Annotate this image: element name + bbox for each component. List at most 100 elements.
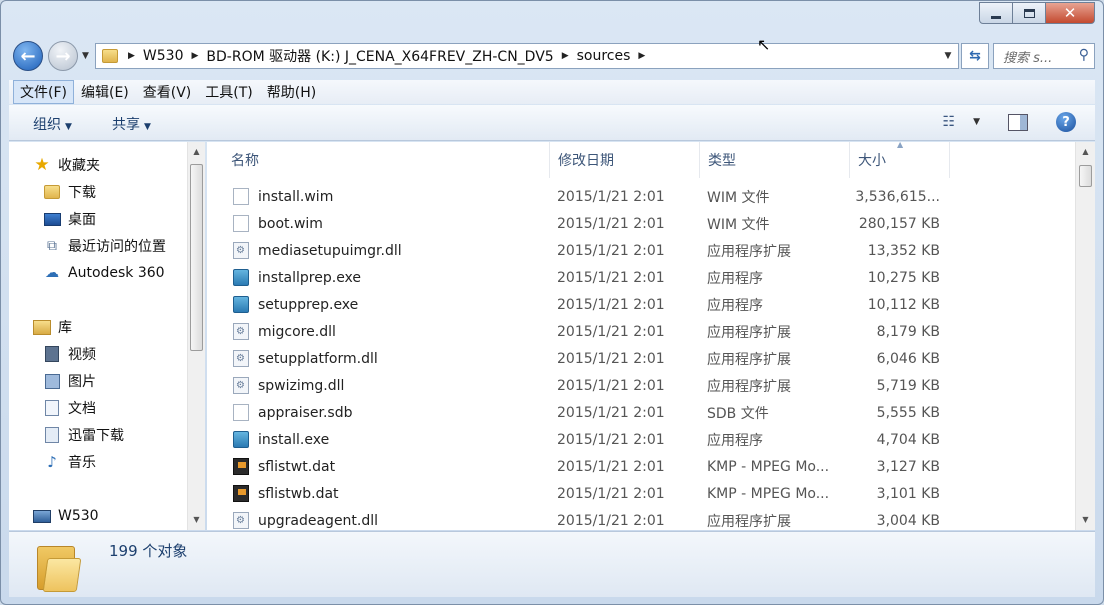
- address-bar[interactable]: ▶ W530 ▶ BD-ROM 驱动器 (K:) J_CENA_X64FREV_…: [95, 43, 959, 69]
- forward-button[interactable]: →: [48, 41, 78, 71]
- table-row[interactable]: sflistwt.dat 2015/1/21 2:01 KMP - MPEG Mo.…: [207, 453, 1075, 480]
- menu-view[interactable]: 查看(V): [136, 80, 199, 104]
- maximize-button[interactable]: [1012, 2, 1046, 24]
- chevron-right-icon[interactable]: ▶: [192, 51, 199, 61]
- scroll-up-arrow-icon[interactable]: ▲: [188, 143, 205, 160]
- sidebar-item-autodesk[interactable]: ☁ Autodesk 360: [43, 262, 165, 284]
- file-name: install.wim: [233, 183, 543, 210]
- table-row[interactable]: installprep.exe 2015/1/21 2:01 应用程序 10,275 …: [207, 264, 1075, 291]
- breadcrumb-folder[interactable]: sources: [577, 48, 631, 64]
- table-row[interactable]: upgradeagent.dll2015/1/21 2:01应用程序扩展3,00…: [207, 507, 1075, 530]
- menu-edit[interactable]: 编辑(E): [74, 80, 136, 104]
- sidebar-item-pictures[interactable]: 图片: [43, 370, 96, 392]
- refresh-icon: ⇆: [969, 48, 981, 64]
- scroll-up-arrow-icon[interactable]: ▲: [1077, 143, 1094, 160]
- refresh-button[interactable]: ⇆: [961, 43, 989, 69]
- file-size: 10,275 KB: [867, 269, 940, 286]
- search-input[interactable]: 搜索 s... ⚲: [993, 43, 1095, 69]
- file-name: install.exe: [233, 426, 543, 453]
- item-count: 199 个对象: [109, 542, 188, 560]
- chevron-right-icon[interactable]: ▶: [562, 51, 569, 61]
- address-history-dropdown[interactable]: ▼: [938, 44, 958, 68]
- sidebar-item-label: 视频: [68, 347, 96, 363]
- scroll-down-arrow-icon[interactable]: ▼: [1077, 511, 1094, 528]
- sidebar-item-label: 下载: [68, 185, 96, 201]
- search-icon[interactable]: ⚲: [1079, 47, 1089, 63]
- command-bar: 组织 ▼ 共享 ▼ ☷ ▼ ?: [9, 105, 1095, 141]
- file-name: setupplatform.dll: [233, 345, 543, 372]
- table-row[interactable]: boot.wim 2015/1/21 2:01 WIM 文件 280,157 KB: [207, 210, 1075, 237]
- file-list-scrollbar[interactable]: ▲ ▼: [1075, 142, 1095, 530]
- sidebar-item-computer[interactable]: W530: [33, 505, 99, 527]
- chevron-right-icon[interactable]: ▶: [128, 51, 135, 61]
- preview-pane-button[interactable]: [1008, 114, 1028, 131]
- sidebar-item-label: W530: [58, 508, 99, 524]
- file-date: 2015/1/21 2:01: [557, 215, 665, 232]
- close-button[interactable]: ✕: [1045, 2, 1095, 24]
- sidebar-item-label: 文档: [68, 401, 96, 417]
- library-icon: [33, 319, 51, 335]
- sidebar-item-label: 迅雷下载: [68, 428, 124, 444]
- sidebar-item-documents[interactable]: 文档: [43, 397, 96, 419]
- table-row[interactable]: setupprep.exe 2015/1/21 2:01 应用程序 10,112 KB: [207, 291, 1075, 318]
- table-row[interactable]: setupplatform.dll2015/1/21 2:01应用程序扩展6,0…: [207, 345, 1075, 372]
- video-icon: [45, 346, 59, 362]
- sidebar-item-label: 最近访问的位置: [68, 239, 166, 255]
- organize-button[interactable]: 组织 ▼: [33, 114, 72, 134]
- table-row[interactable]: migcore.dll2015/1/21 2:01应用程序扩展8,179 KB: [207, 318, 1075, 345]
- table-row[interactable]: mediasetupuimgr.dll2015/1/21 2:01应用程序扩展1…: [207, 237, 1075, 264]
- file-name-text: sflistwt.dat: [258, 458, 336, 475]
- file-name-text: install.wim: [258, 188, 334, 205]
- table-row[interactable]: install.wim 2015/1/21 2:01 WIM 文件 3,536,615…: [207, 183, 1075, 210]
- table-row[interactable]: spwizimg.dll2015/1/21 2:01应用程序扩展5,719 KB: [207, 372, 1075, 399]
- column-header-type[interactable]: 类型: [700, 142, 850, 178]
- column-header-date[interactable]: 修改日期: [550, 142, 700, 178]
- scroll-thumb[interactable]: [1079, 165, 1092, 187]
- menu-help[interactable]: 帮助(H): [260, 80, 323, 104]
- file-name: sflistwt.dat: [233, 453, 543, 480]
- sidebar-item-label: 库: [58, 320, 72, 336]
- navigation-pane: ★ 收藏夹 下载 桌面 ⧉ 最近访问的位置 ☁ Autodesk 360 库 视…: [9, 142, 187, 530]
- sidebar-item-recent[interactable]: ⧉ 最近访问的位置: [43, 235, 166, 257]
- file-name: installprep.exe: [233, 264, 543, 291]
- breadcrumb-drive[interactable]: BD-ROM 驱动器 (K:) J_CENA_X64FREV_ZH-CN_DV5: [206, 46, 553, 66]
- help-button[interactable]: ?: [1056, 112, 1076, 132]
- file-size: 3,536,615...: [855, 188, 940, 205]
- minimize-button[interactable]: [979, 2, 1013, 24]
- back-button[interactable]: ←: [13, 41, 43, 71]
- menu-bar: 文件(F) 编辑(E) 查看(V) 工具(T) 帮助(H): [9, 80, 1095, 104]
- file-name: setupprep.exe: [233, 291, 543, 318]
- table-row[interactable]: appraiser.sdb 2015/1/21 2:01 SDB 文件 5,555 K…: [207, 399, 1075, 426]
- recent-pages-dropdown[interactable]: ▼: [82, 51, 89, 61]
- menu-tools[interactable]: 工具(T): [198, 80, 259, 104]
- sidebar-item-libraries[interactable]: 库: [33, 316, 72, 338]
- share-button[interactable]: 共享 ▼: [112, 114, 151, 134]
- scroll-thumb[interactable]: [190, 164, 203, 351]
- file-date: 2015/1/21 2:01: [557, 296, 665, 313]
- menu-file[interactable]: 文件(F): [13, 80, 74, 104]
- chevron-right-icon[interactable]: ▶: [638, 51, 645, 61]
- view-options-dropdown[interactable]: ▼: [973, 117, 980, 127]
- sidebar-item-downloads[interactable]: 下载: [43, 181, 96, 203]
- file-date: 2015/1/21 2:01: [557, 512, 665, 529]
- arrow-right-icon: →: [55, 45, 71, 67]
- navigation-scrollbar[interactable]: ▲ ▼: [187, 142, 205, 530]
- table-row[interactable]: install.exe 2015/1/21 2:01 应用程序 4,704 KB: [207, 426, 1075, 453]
- table-row[interactable]: sflistwb.dat 2015/1/21 2:01 KMP - MPEG Mo.…: [207, 480, 1075, 507]
- recent-places-icon: ⧉: [47, 238, 57, 254]
- sidebar-item-favorites[interactable]: ★ 收藏夹: [33, 154, 100, 176]
- sidebar-item-videos[interactable]: 视频: [43, 343, 96, 365]
- download-library-icon: [45, 427, 59, 443]
- sidebar-item-xunlei[interactable]: 迅雷下载: [43, 424, 124, 446]
- view-options-icon[interactable]: ☷: [942, 114, 955, 130]
- file-size: 3,127 KB: [876, 458, 940, 475]
- sidebar-item-desktop[interactable]: 桌面: [43, 208, 96, 230]
- desktop-icon: [43, 212, 61, 226]
- file-name-text: spwizimg.dll: [258, 377, 345, 394]
- sidebar-item-label: Autodesk 360: [68, 265, 165, 281]
- breadcrumb-computer[interactable]: W530: [143, 48, 184, 64]
- sidebar-item-music[interactable]: ♪ 音乐: [43, 451, 96, 473]
- column-header-name[interactable]: 名称: [223, 142, 550, 178]
- file-date: 2015/1/21 2:01: [557, 458, 665, 475]
- scroll-down-arrow-icon[interactable]: ▼: [188, 511, 205, 528]
